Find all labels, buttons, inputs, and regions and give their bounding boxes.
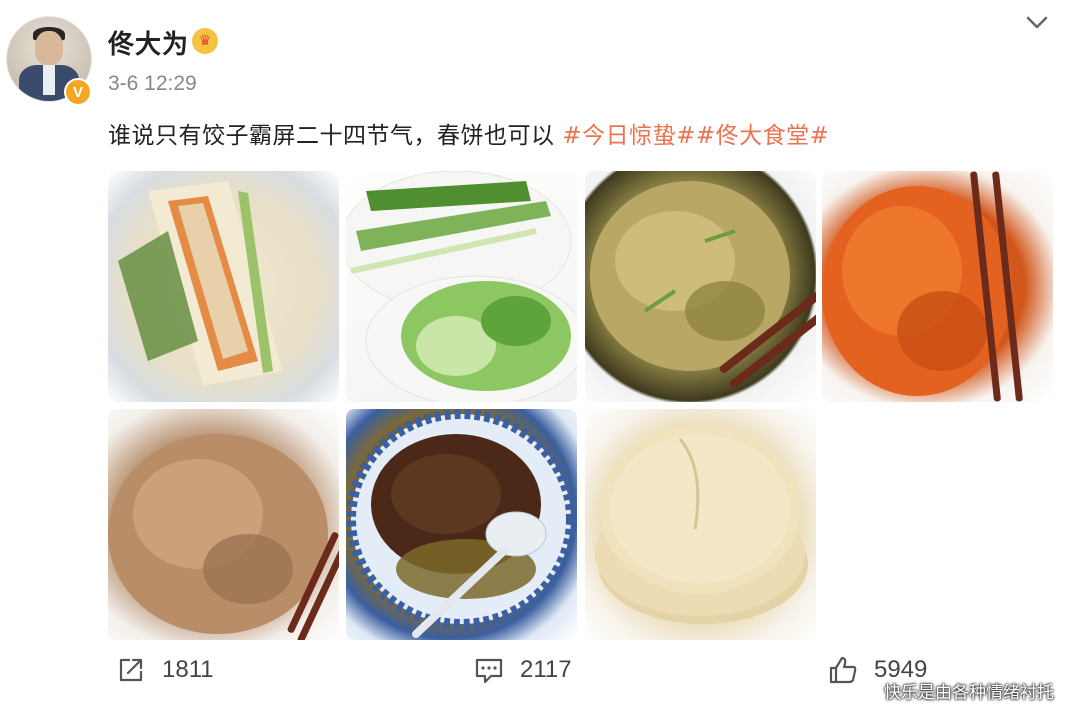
photo-6-art xyxy=(346,409,576,638)
photo-2-art xyxy=(346,171,577,402)
share-button[interactable]: 1811 xyxy=(116,655,214,685)
photo-spring-pancake-wrap[interactable] xyxy=(108,171,339,402)
hashtag-link[interactable]: #今日惊蛰# xyxy=(562,123,696,149)
chevron-down-icon[interactable] xyxy=(1022,8,1052,38)
photo-7-art xyxy=(595,424,808,624)
photo-stacked-pancakes[interactable] xyxy=(585,409,816,640)
thumbs-up-icon xyxy=(829,656,857,684)
photo-1-art xyxy=(118,181,283,386)
post-text: 谁说只有饺子霸屏二十四节气，春饼也可以 #今日惊蛰##佟大食堂# xyxy=(108,116,829,150)
crown-icon: ♛ xyxy=(192,28,218,54)
photo-shredded-pork[interactable] xyxy=(108,409,339,640)
photo-stir-fried-bean-sprouts[interactable] xyxy=(585,171,816,402)
verified-v-badge-icon: V xyxy=(64,78,92,106)
hashtag-link[interactable]: #佟大食堂# xyxy=(696,123,830,149)
share-icon xyxy=(119,658,143,682)
username[interactable]: 佟大为 xyxy=(108,24,189,61)
watermark-text: 快乐是由各种情绪衬托 xyxy=(884,683,1054,703)
photo-3-art xyxy=(590,181,790,371)
post-body-text: 谁说只有饺子霸屏二十四节气，春饼也可以 xyxy=(108,123,555,149)
photo-shredded-carrots[interactable] xyxy=(822,171,1053,402)
comment-button[interactable]: 2117 xyxy=(474,655,572,685)
post-timestamp: 3-6 12:29 xyxy=(108,72,197,95)
avatar-face xyxy=(35,31,63,65)
photo-scallions-and-lettuce[interactable] xyxy=(346,171,577,402)
avatar-shirt xyxy=(43,65,55,95)
share-count: 1811 xyxy=(162,656,214,683)
comment-icon xyxy=(475,658,503,684)
photo-minced-meat-sauce[interactable] xyxy=(346,409,577,640)
comment-count: 2117 xyxy=(520,656,572,683)
